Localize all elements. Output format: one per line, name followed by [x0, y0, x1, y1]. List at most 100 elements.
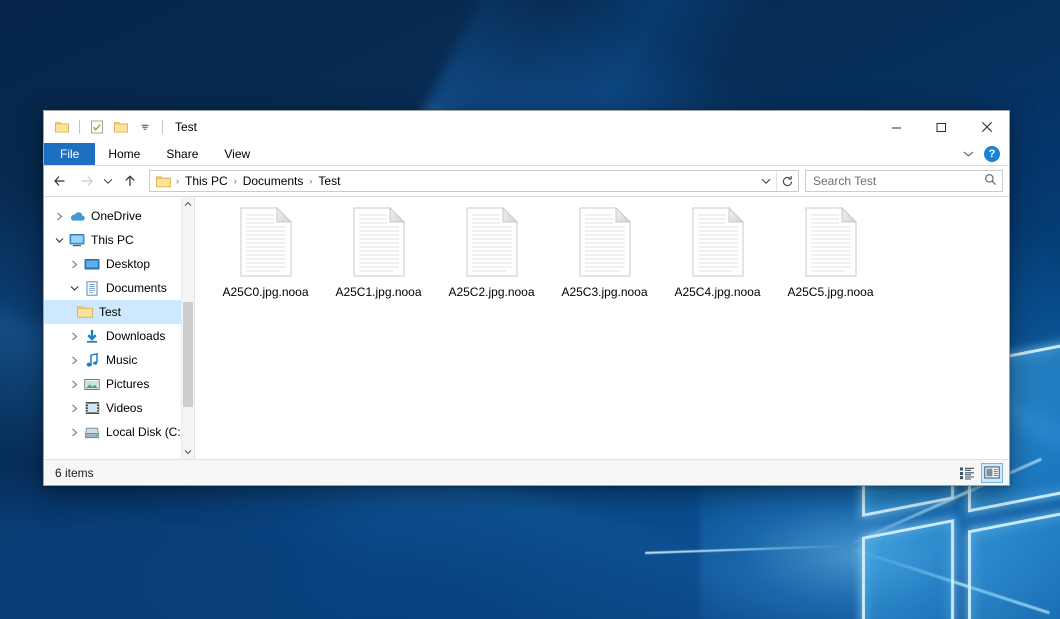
file-list-view[interactable]: A25C0.jpg.nooa	[195, 197, 1009, 459]
item-count-label: 6 items	[55, 466, 94, 480]
ribbon-right-tools: ?	[963, 143, 1009, 165]
breadcrumb-item-test[interactable]: Test	[315, 174, 343, 188]
generic-document-icon	[353, 207, 405, 277]
ribbon-tab-bar: File Home Share View ?	[44, 143, 1009, 166]
chevron-right-icon[interactable]	[67, 332, 82, 341]
list-item[interactable]: A25C0.jpg.nooa	[209, 205, 322, 323]
sidebar-item-videos[interactable]: Videos	[44, 396, 194, 420]
file-name-label: A25C1.jpg.nooa	[335, 285, 421, 299]
window-title: Test	[175, 120, 197, 134]
file-name-label: A25C4.jpg.nooa	[674, 285, 760, 299]
chevron-down-icon[interactable]	[963, 147, 974, 161]
chevron-right-icon[interactable]	[67, 260, 82, 269]
list-item[interactable]: A25C3.jpg.nooa	[548, 205, 661, 323]
download-icon	[82, 329, 102, 344]
file-name-label: A25C3.jpg.nooa	[561, 285, 647, 299]
forward-button[interactable]	[74, 169, 98, 193]
qat-separator-1	[79, 120, 80, 134]
up-button[interactable]	[118, 169, 142, 193]
chevron-down-icon[interactable]	[756, 171, 776, 191]
sidebar-item-label: Local Disk (C:)	[102, 425, 185, 439]
address-bar: › This PC › Documents › Test	[44, 166, 1009, 196]
list-item[interactable]: A25C2.jpg.nooa	[435, 205, 548, 323]
generic-document-icon	[805, 207, 857, 277]
sidebar-item-documents[interactable]: Documents	[44, 276, 194, 300]
sidebar-item-label: Videos	[102, 401, 142, 415]
generic-document-icon	[692, 207, 744, 277]
file-name-label: A25C0.jpg.nooa	[222, 285, 308, 299]
large-icons-view-button[interactable]	[981, 463, 1003, 483]
desktop: Test File Home Share View	[0, 0, 1060, 619]
new-folder-icon[interactable]	[111, 117, 131, 137]
minimize-button[interactable]	[874, 111, 919, 143]
explorer-body: OneDrive This PC	[44, 196, 1009, 459]
sidebar-item-desktop[interactable]: Desktop	[44, 252, 194, 276]
breadcrumb-item-documents[interactable]: Documents	[240, 174, 307, 188]
breadcrumb-item-this-pc[interactable]: This PC	[182, 174, 231, 188]
breadcrumb-tools	[756, 171, 798, 191]
navigation-pane: OneDrive This PC	[44, 197, 194, 459]
back-button[interactable]	[49, 169, 73, 193]
sidebar-item-music[interactable]: Music	[44, 348, 194, 372]
sidebar-item-local-disk-c[interactable]: Local Disk (C:)	[44, 420, 194, 444]
chevron-down-icon[interactable]	[182, 445, 194, 459]
close-button[interactable]	[964, 111, 1009, 143]
chevron-right-icon[interactable]	[67, 380, 82, 389]
breadcrumb-separator-1[interactable]: ›	[231, 176, 240, 186]
search-input[interactable]	[813, 174, 984, 188]
status-bar: 6 items	[44, 459, 1009, 485]
logo-pane-bottom-left	[862, 519, 954, 619]
disk-icon	[82, 426, 102, 439]
properties-icon[interactable]	[87, 117, 107, 137]
search-icon[interactable]	[984, 173, 997, 189]
chevron-down-icon[interactable]	[67, 285, 82, 292]
list-item[interactable]: A25C5.jpg.nooa	[774, 205, 887, 323]
chevron-down-icon[interactable]	[52, 237, 67, 244]
cloud-icon	[67, 210, 87, 223]
chevron-right-icon[interactable]	[67, 356, 82, 365]
sidebar-item-label: Desktop	[102, 257, 150, 271]
folder-icon[interactable]	[52, 117, 72, 137]
details-view-button[interactable]	[956, 463, 978, 483]
generic-document-icon	[579, 207, 631, 277]
tab-home[interactable]: Home	[95, 143, 153, 165]
breadcrumb-bar[interactable]: › This PC › Documents › Test	[149, 170, 799, 192]
file-name-label: A25C5.jpg.nooa	[787, 285, 873, 299]
scrollbar-thumb[interactable]	[183, 302, 193, 407]
chevron-right-icon[interactable]	[52, 212, 67, 221]
sidebar-item-label: Music	[102, 353, 137, 367]
music-icon	[82, 353, 102, 368]
tab-share[interactable]: Share	[153, 143, 211, 165]
sidebar-item-downloads[interactable]: Downloads	[44, 324, 194, 348]
list-item[interactable]: A25C1.jpg.nooa	[322, 205, 435, 323]
help-button[interactable]: ?	[984, 146, 1000, 162]
chevron-right-icon[interactable]	[67, 404, 82, 413]
sidebar-item-this-pc[interactable]: This PC	[44, 228, 194, 252]
sidebar-item-label: Pictures	[102, 377, 149, 391]
documents-icon	[82, 281, 102, 296]
maximize-button[interactable]	[919, 111, 964, 143]
videos-icon	[82, 401, 102, 415]
refresh-icon[interactable]	[776, 171, 798, 191]
list-item[interactable]: A25C4.jpg.nooa	[661, 205, 774, 323]
tab-view[interactable]: View	[211, 143, 263, 165]
window-controls	[874, 111, 1009, 143]
sidebar-item-test[interactable]: Test	[44, 300, 194, 324]
sidebar-item-label: OneDrive	[87, 209, 142, 223]
chevron-right-icon[interactable]	[67, 428, 82, 437]
chevron-down-icon[interactable]	[135, 117, 155, 137]
sidebar-item-onedrive[interactable]: OneDrive	[44, 204, 194, 228]
search-box[interactable]	[805, 170, 1003, 192]
tab-file[interactable]: File	[44, 143, 95, 165]
sidebar-item-label: Documents	[102, 281, 167, 295]
breadcrumb-separator-2[interactable]: ›	[306, 176, 315, 186]
chevron-up-icon[interactable]	[182, 197, 194, 211]
navigation-pane-scrollbar[interactable]	[181, 197, 194, 459]
qat-separator-2	[162, 120, 163, 134]
sidebar-item-pictures[interactable]: Pictures	[44, 372, 194, 396]
desktop-icon	[82, 258, 102, 271]
sidebar-item-label: This PC	[87, 233, 134, 247]
recent-locations-button[interactable]	[99, 169, 117, 193]
breadcrumb-separator-0[interactable]: ›	[173, 176, 182, 186]
generic-document-icon	[466, 207, 518, 277]
